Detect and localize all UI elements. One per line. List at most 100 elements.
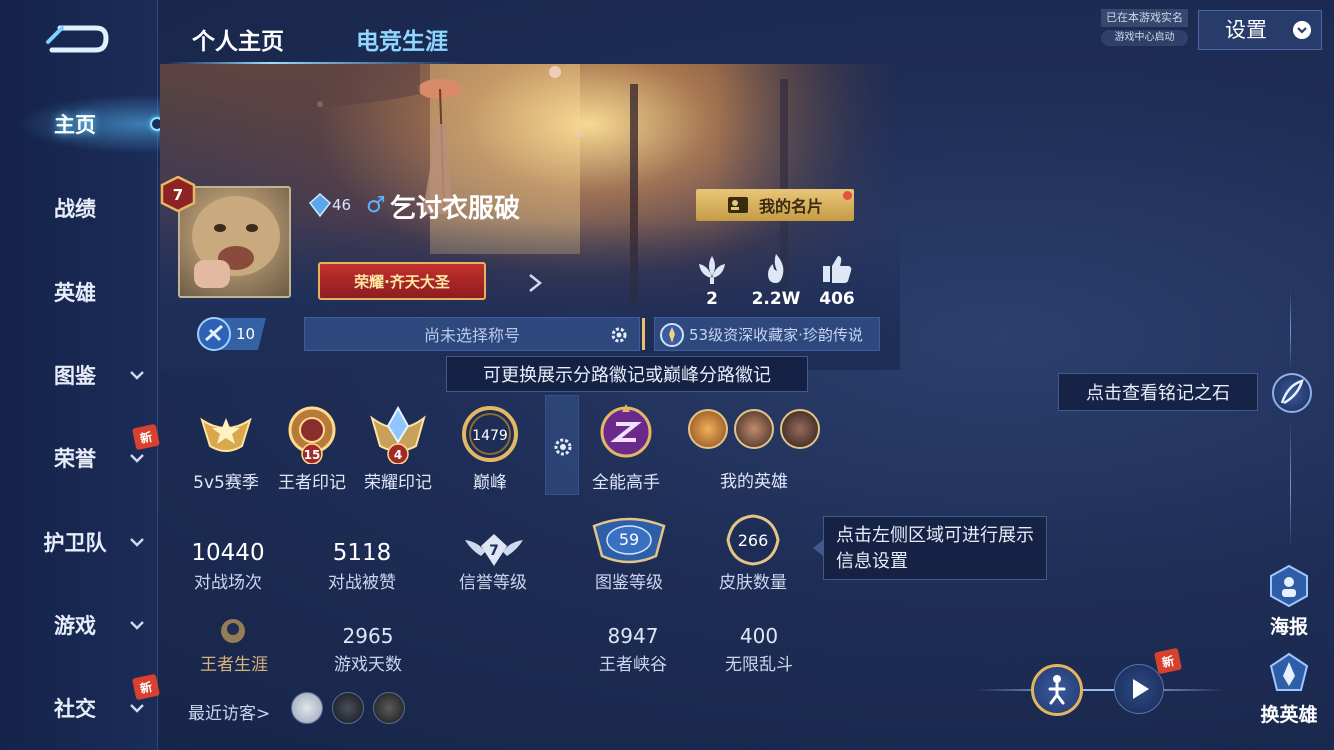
sidebar-item-game[interactable]: 游戏: [0, 595, 158, 655]
skin-label: 皮肤数量: [719, 573, 787, 593]
chevron-right-icon[interactable]: [527, 273, 543, 293]
badge-label: 全能高手: [592, 473, 660, 493]
name-card-label: 我的名片: [758, 197, 823, 216]
sidebar-item-codex[interactable]: 图鉴: [0, 345, 158, 405]
switch-hero-label: 换英雄: [1260, 704, 1318, 726]
game-days-label: 游戏天数: [334, 655, 402, 675]
codex-level-badge[interactable]: 59: [590, 512, 668, 568]
codex-level: 59: [619, 530, 639, 549]
divider: [1290, 290, 1291, 370]
rune-stone-button[interactable]: [1272, 373, 1312, 413]
notification-dot: [843, 191, 852, 200]
divider: [642, 318, 645, 350]
chevron-down-icon: [130, 704, 144, 713]
play-action-button[interactable]: [1114, 664, 1164, 714]
hero-avatar[interactable]: [734, 409, 774, 449]
sidebar-item-home[interactable]: 主页: [0, 94, 158, 154]
stat-value: 2: [706, 289, 718, 309]
new-badge: 新: [131, 423, 161, 451]
glory-mark-icon: 4: [370, 405, 426, 464]
settings-button[interactable]: 设置: [1198, 10, 1322, 50]
skin-count-badge[interactable]: 266: [722, 512, 784, 568]
sidebar-nav: 主页 战绩 英雄 图鉴 荣誉 新 护卫队 游戏 社交 新: [0, 0, 164, 750]
collector-title-text: 53级资深收藏家·珍韵传说: [689, 325, 863, 344]
king-mark-icon: 15: [288, 406, 336, 464]
season-5v5-badge[interactable]: 5v5赛季: [186, 400, 266, 495]
person-pose-icon: [1048, 675, 1066, 705]
switch-hero-icon: [1269, 652, 1309, 691]
poster-button[interactable]: 海报: [1256, 564, 1322, 639]
title-selector[interactable]: 尚未选择称号: [304, 317, 640, 351]
game-days: 2965: [342, 624, 394, 648]
glory-mark-badge[interactable]: 4 荣耀印记: [358, 400, 438, 495]
credit-label: 信誉等级: [459, 573, 527, 593]
rank-diamond-icon: [308, 193, 332, 217]
badge-label: 荣耀印记: [364, 473, 432, 493]
divider: [1290, 420, 1291, 550]
sidebar-item-honor[interactable]: 荣誉 新: [0, 423, 161, 488]
collector-title[interactable]: 53级资深收藏家·珍韵传说: [654, 317, 880, 351]
visitor-avatar[interactable]: [291, 692, 323, 724]
visitor-avatar[interactable]: [373, 692, 405, 724]
poster-icon: [1270, 564, 1308, 608]
hero-avatar[interactable]: [780, 409, 820, 449]
new-badge: 新: [1153, 647, 1183, 675]
sidebar-item-guard-team[interactable]: 护卫队: [0, 512, 158, 572]
tab-personal-page[interactable]: 个人主页: [192, 22, 284, 56]
back-arrow-icon[interactable]: [40, 20, 112, 60]
peak-score: 1479: [472, 428, 508, 444]
sidebar-item-heroes[interactable]: 英雄: [0, 262, 158, 322]
collector-medal-icon: [660, 323, 684, 347]
recent-visitors-link[interactable]: 最近访客>: [188, 699, 270, 724]
lane-badge-tooltip: 可更换展示分路徽记或巅峰分路徽记: [446, 356, 808, 392]
gear-icon: [554, 438, 572, 456]
likes-label: 对战被赞: [328, 573, 396, 593]
badge-label: 5v5赛季: [193, 473, 259, 493]
player-nickname: 乞讨衣服破: [390, 194, 521, 224]
visitor-avatar[interactable]: [332, 692, 364, 724]
chevron-down-icon: [1293, 21, 1311, 39]
switch-hero-button[interactable]: 换英雄: [1256, 652, 1322, 727]
likes-count: 5118: [332, 540, 392, 566]
flame-icon: [768, 254, 784, 283]
honor-title-badge[interactable]: 荣耀·齐天大圣: [318, 262, 486, 300]
battles-count: 10440: [191, 540, 265, 566]
chevron-down-icon: [130, 371, 144, 380]
canyon-count: 8947: [607, 624, 659, 648]
gold-wing-badge-icon: [200, 417, 252, 452]
tab-active-underline: [165, 62, 465, 64]
rank-level: 46: [332, 196, 352, 214]
badge-label: 巅峰: [473, 473, 507, 493]
battles-label: 对战场次: [194, 573, 262, 593]
title-placeholder: 尚未选择称号: [423, 326, 520, 345]
my-name-card-button[interactable]: 我的名片: [696, 189, 854, 221]
level-number: 7: [173, 186, 183, 204]
lotus-icon: [699, 256, 725, 284]
chevron-down-icon: [130, 454, 144, 463]
tab-esports-career[interactable]: 电竞生涯: [356, 22, 448, 56]
sidebar-item-records[interactable]: 战绩: [0, 178, 158, 238]
all-round-master-badge[interactable]: 全能高手: [586, 400, 666, 495]
king-mark-badge[interactable]: 15 王者印记: [272, 400, 352, 495]
hero-avatar[interactable]: [688, 409, 728, 449]
realname-status: 已在本游戏实名: [1101, 9, 1188, 27]
king-career-link[interactable]: 王者生涯: [190, 650, 278, 675]
all-round-master-icon: [600, 404, 652, 458]
peak-ring-icon: 1479: [462, 406, 518, 462]
king-career-icon: [221, 619, 245, 643]
gear-icon[interactable]: [609, 325, 629, 345]
vip-badge: [197, 317, 266, 351]
my-heroes-label[interactable]: 我的英雄: [704, 467, 804, 492]
canyon-label: 王者峡谷: [599, 655, 667, 675]
peak-badge[interactable]: 1479 巅峰: [450, 400, 530, 495]
level-badge: 7: [160, 176, 196, 212]
sidebar-item-social[interactable]: 社交 新: [0, 673, 161, 738]
new-badge: 新: [131, 673, 161, 701]
credit-wings-icon: 7: [465, 534, 523, 566]
emote-action-button[interactable]: [1031, 664, 1083, 716]
arena-label: 无限乱斗: [725, 655, 793, 675]
badge-settings-button[interactable]: [545, 395, 579, 495]
skin-count: 266: [738, 531, 769, 550]
chevron-down-icon: [130, 621, 144, 630]
game-center-launch[interactable]: 游戏中心启动: [1101, 30, 1188, 46]
